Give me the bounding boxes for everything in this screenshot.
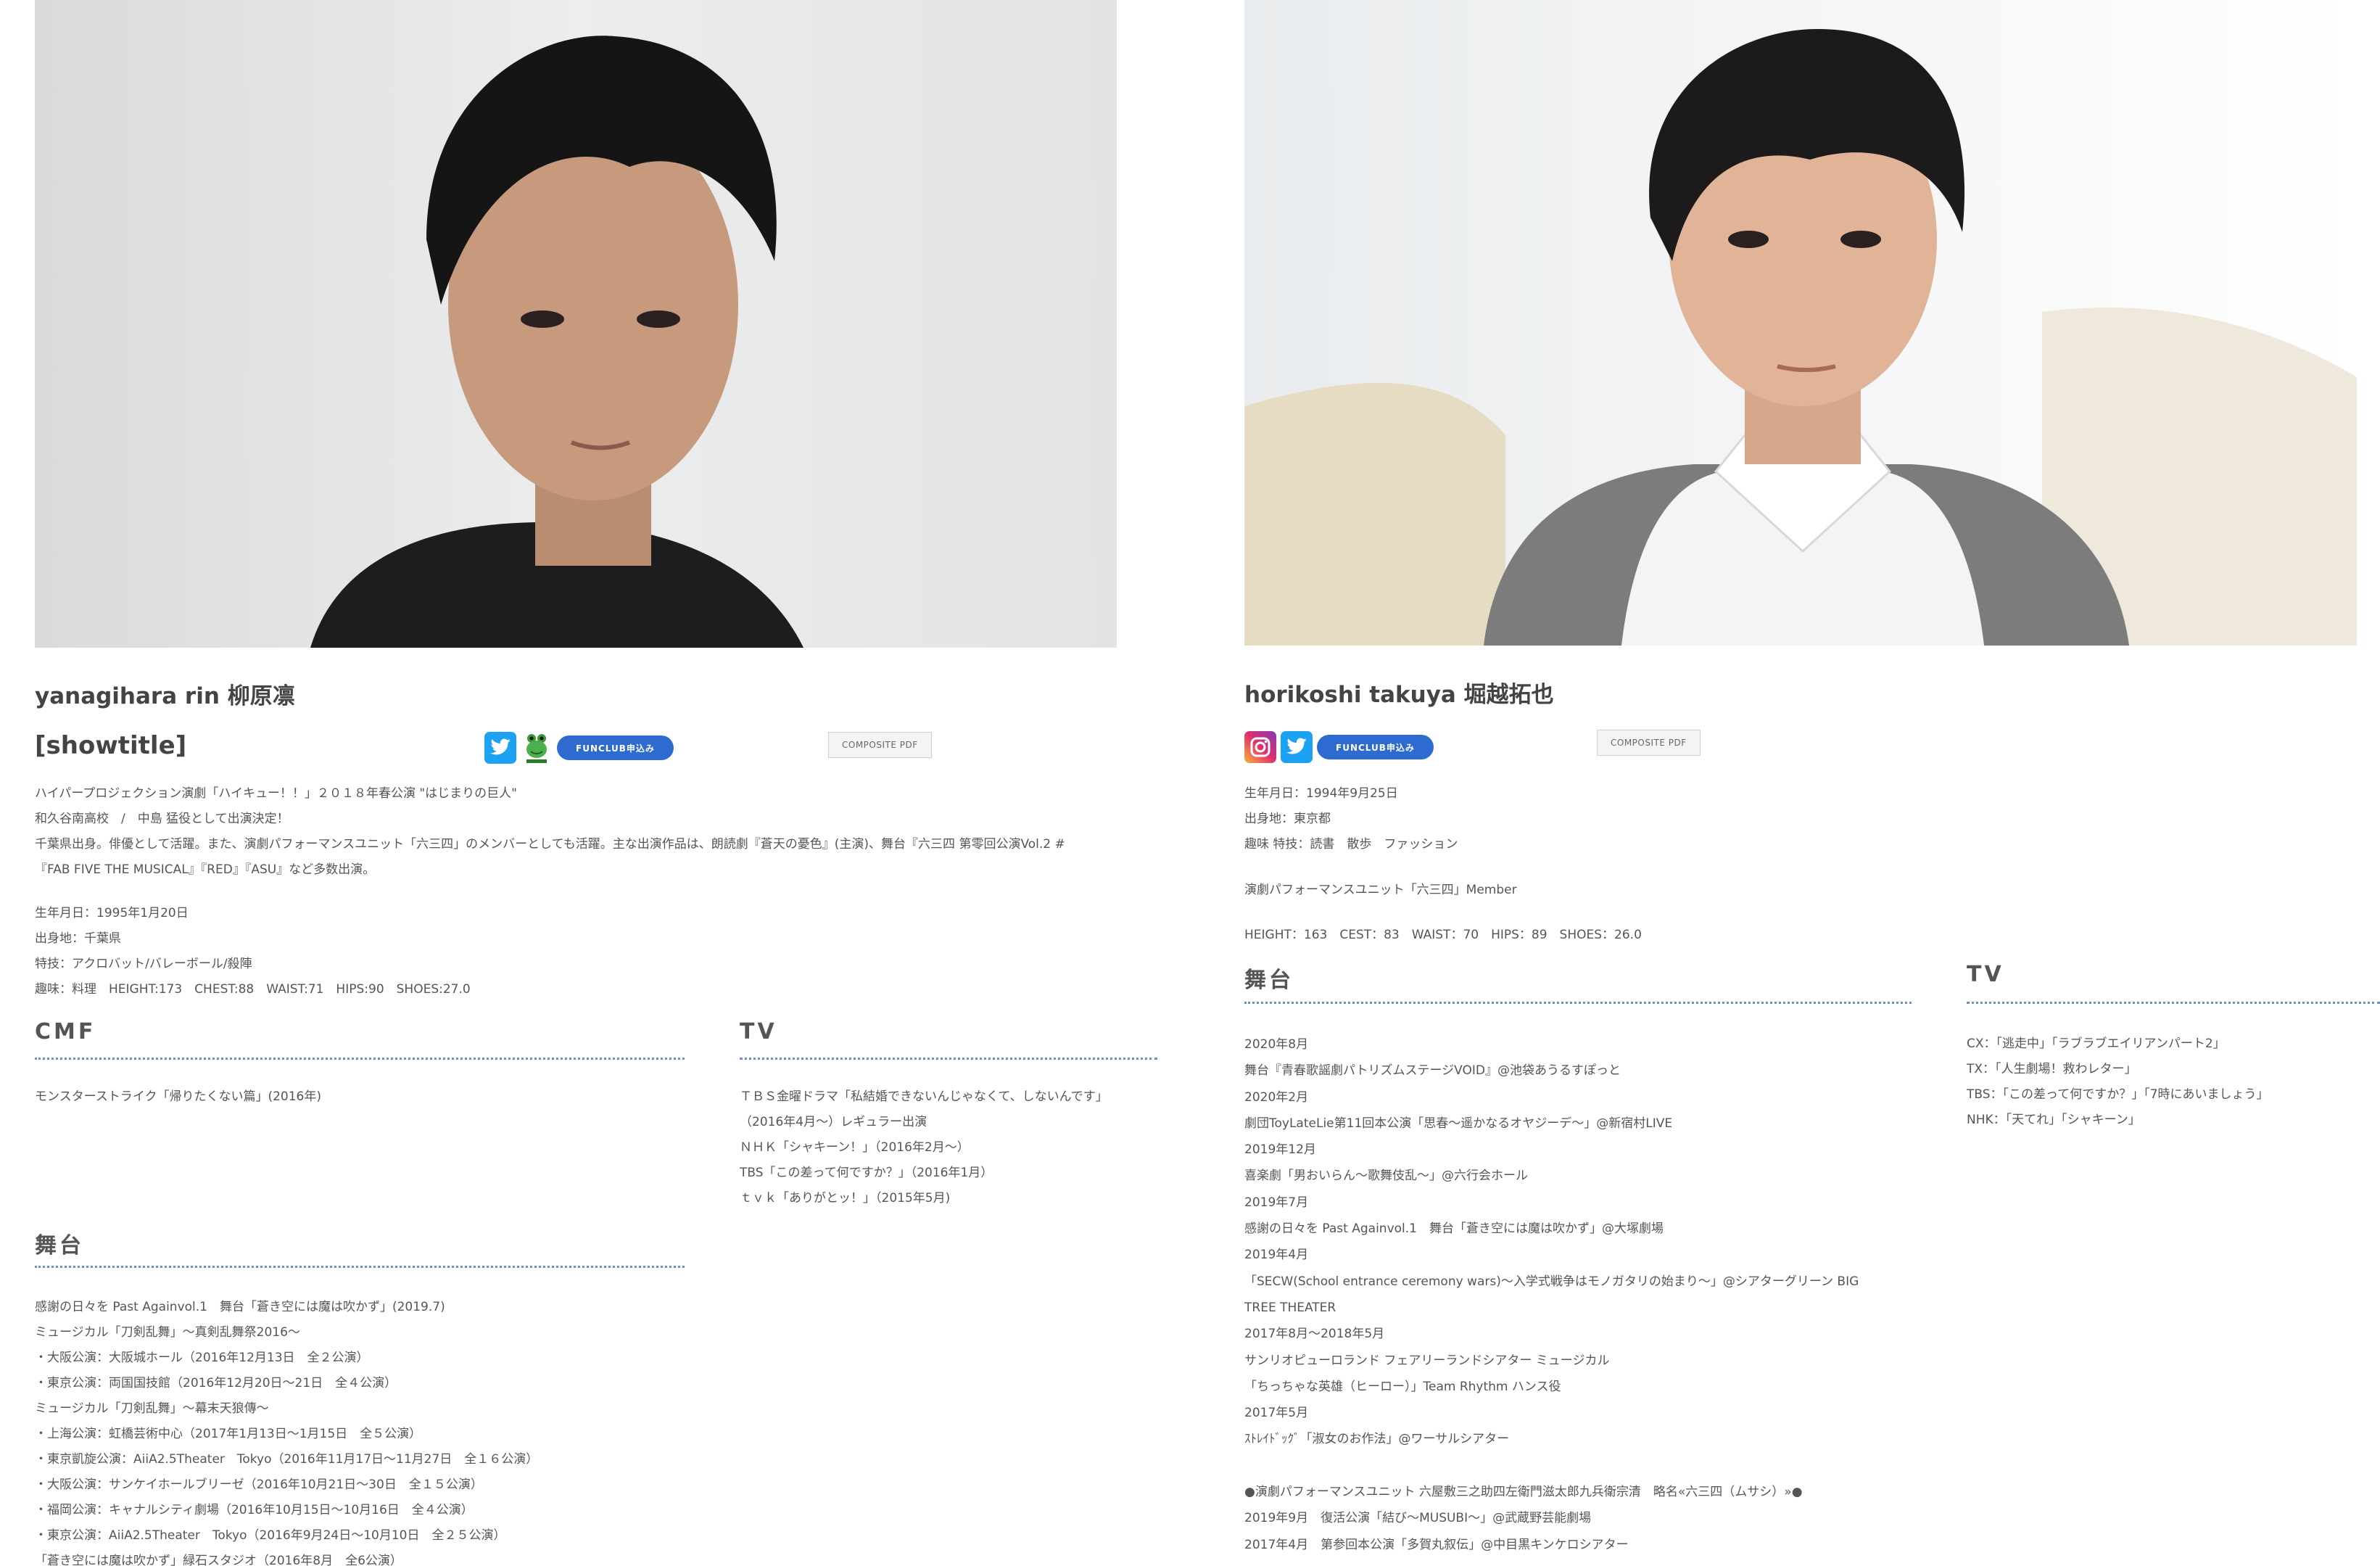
list-item: ・大阪公演：大阪城ホール（2016年12月13日 全２公演） xyxy=(35,1351,369,1365)
profile-details-left: 生年月日：1995年1月20日 出身地：千葉県 特技：アクロバット/バレーボール… xyxy=(35,901,471,1002)
profile-details-right: 生年月日：1994年9月25日 出身地：東京都 趣味 特技：読書 散歩 ファッシ… xyxy=(1244,781,1458,857)
profile-line: 特技：アクロバット/バレーボール/殺陣 xyxy=(35,957,252,971)
profile-line: 生年月日：1995年1月20日 xyxy=(35,906,189,920)
list-item: 2019年4月 xyxy=(1244,1248,1309,1263)
composite-pdf-button-left[interactable]: COMPOSITE PDF xyxy=(828,732,932,758)
list-item: ・福岡公演：キャナルシティ劇場（2016年10月15日～10月16日 全４公演） xyxy=(35,1503,474,1517)
list-item: TBS「この差って何ですか？」（2016年1月） xyxy=(740,1166,993,1180)
fanclub-button-right[interactable]: FUNCLUB申込み xyxy=(1317,735,1434,759)
section-divider xyxy=(1967,1002,2380,1004)
list-item: 「蒼き空には魔は吹かず」緑石スタジオ（2016年8月 全6公演） xyxy=(35,1554,402,1566)
list-item-spacer xyxy=(1244,1453,1859,1479)
profile-line: 生年月日：1994年9月25日 xyxy=(1244,786,1398,801)
tv-list-left: ＴＢＳ金曜ドラマ「私結婚できないんじゃなくて、しないんです」 （2016年4月～… xyxy=(740,1084,1108,1211)
list-item: 2017年8月～2018年5月 xyxy=(1244,1327,1385,1342)
list-item: 「ちっちゃな英雄（ヒーロー）」Team Rhythm ハンス役 xyxy=(1244,1379,1561,1394)
twitter-icon[interactable] xyxy=(484,732,516,764)
list-item: TBS：「この差って何ですか？」「7時にあいましょう」 xyxy=(1967,1087,2269,1102)
social-links-left: FUNCLUB申込み xyxy=(484,732,674,764)
measurements-line: HEIGHT：163 CEST：83 WAIST：70 HIPS：89 SHOE… xyxy=(1244,928,1642,942)
intro-line: ハイパープロジェクション演劇「ハイキュー！！」２０１８年春公演 "はじまりの巨人… xyxy=(35,786,518,801)
list-item: 2017年5月 xyxy=(1244,1406,1309,1421)
measurements-right: HEIGHT：163 CEST：83 WAIST：70 HIPS：89 SHOE… xyxy=(1244,923,1642,948)
list-item: 感謝の日々を Past Againvol.1 舞台「蒼き空には魔は吹かず」(20… xyxy=(35,1300,445,1314)
section-tv-title-right: TV xyxy=(1967,962,2004,987)
instagram-icon[interactable] xyxy=(1244,731,1276,763)
talent-name-right: horikoshi takuya 堀越拓也 xyxy=(1244,682,1554,708)
section-cmf-title: CMF xyxy=(35,1019,96,1044)
list-item: CX：「逃走中」「ラブラブエイリアンパート2」 xyxy=(1967,1037,2226,1051)
list-item: 2019年9月 復活公演「結び～MUSUBI～」@武蔵野芸能劇場 xyxy=(1244,1511,1592,1526)
list-item: ●演劇パフォーマンスユニット 六屋敷三之助四左衛門滋太郎九兵衛宗清 略名«六三四… xyxy=(1244,1485,1803,1500)
social-links-right: FUNCLUB申込み xyxy=(1244,731,1434,763)
talent-name-left: yanagihara rin 柳原凛 xyxy=(35,683,295,709)
list-item: NHK：「天てれ」「シャキーン」 xyxy=(1967,1113,2141,1127)
list-item: 劇団ToyLateLie第11回本公演「思春～遥かなるオヤジーデ～」@新宿村LI… xyxy=(1244,1116,1673,1131)
section-cmf-header: CMF xyxy=(35,1019,685,1060)
section-tv-header-right: TV xyxy=(1967,962,2380,1004)
intro-line: 和久谷南高校 / 中島 猛役として出演決定！ xyxy=(35,812,289,826)
section-stage-header-left: 舞台 xyxy=(35,1227,685,1268)
list-item: ミュージカル「刀剣乱舞」～幕末天狼傳～ xyxy=(35,1401,269,1416)
section-tv-title-left: TV xyxy=(740,1019,777,1044)
twitter-icon[interactable] xyxy=(1281,731,1313,763)
stage-list-right: 2020年8月 舞台『青春歌謡劇パトリズムステージVOID』@池袋あうるすぽっと… xyxy=(1244,1031,1859,1558)
section-divider xyxy=(35,1058,685,1060)
list-item: ＮＨＫ「シャキーン！」（2016年2月～） xyxy=(740,1140,970,1155)
composite-pdf-button-right[interactable]: COMPOSITE PDF xyxy=(1597,730,1701,756)
list-item: 舞台『青春歌謡劇パトリズムステージVOID』@池袋あうるすぽっと xyxy=(1244,1063,1621,1079)
list-item: 2019年7月 xyxy=(1244,1195,1309,1210)
unit-line: 演劇パフォーマンスユニット「六三四」Member xyxy=(1244,883,1517,897)
section-stage-title-left: 舞台 xyxy=(35,1233,84,1258)
list-item: （2016年4月～）レギュラー出演 xyxy=(740,1115,927,1129)
list-item: ・東京公演：両国国技館（2016年12月20日～21日 全４公演） xyxy=(35,1376,397,1390)
list-item: 感謝の日々を Past Againvol.1 舞台「蒼き空には魔は吹かず」@大塚… xyxy=(1244,1221,1664,1237)
list-item: サンリオピューロランド フェアリーランドシアター ミュージカル xyxy=(1244,1353,1610,1368)
list-item: ＴＢＳ金曜ドラマ「私結婚できないんじゃなくて、しないんです」 xyxy=(740,1089,1108,1104)
list-item: モンスターストライク「帰りたくない篇」(2016年) xyxy=(35,1089,321,1104)
unit-membership: 演劇パフォーマンスユニット「六三四」Member xyxy=(1244,878,1517,903)
profile-line: 趣味：料理 HEIGHT:173 CHEST:88 WAIST:71 HIPS:… xyxy=(35,982,471,997)
list-item: TX：「人生劇場！救わレター」 xyxy=(1967,1062,2137,1076)
profile-line: 出身地：東京都 xyxy=(1244,812,1331,826)
tv-list-right: CX：「逃走中」「ラブラブエイリアンパート2」 TX：「人生劇場！救わレター」 … xyxy=(1967,1031,2269,1133)
section-divider xyxy=(1244,1002,1912,1004)
list-item: 2019年12月 xyxy=(1244,1142,1316,1158)
list-item: ｔｖｋ「ありがとッ！」（2015年5月) xyxy=(740,1191,951,1206)
fanclub-button-left[interactable]: FUNCLUB申込み xyxy=(557,735,674,760)
profile-photo-yanagihara xyxy=(35,0,1117,648)
frog-icon[interactable] xyxy=(521,732,553,764)
list-item: 2020年8月 xyxy=(1244,1037,1309,1052)
intro-line: 千葉県出身。俳優として活躍。また、演劇パフォーマンスユニット「六三四」のメンバー… xyxy=(35,837,1065,852)
profile-line: 趣味 特技：読書 散歩 ファッション xyxy=(1244,837,1458,852)
profile-line: 出身地：千葉県 xyxy=(35,931,121,946)
list-item: TREE THEATER xyxy=(1244,1300,1336,1315)
intro-line: 『FAB FIVE THE MUSICAL』『RED』『ASU』など多数出演。 xyxy=(35,862,376,877)
list-item: ・東京公演：AiiA2.5Theater Tokyo（2016年9月24日～10… xyxy=(35,1528,506,1543)
profile-photo-horikoshi xyxy=(1244,0,2357,646)
section-stage-title-right: 舞台 xyxy=(1244,968,1294,993)
list-item: 2017年4月 第参回本公演「多賀丸叙伝」@中目黒キンケロシアター xyxy=(1244,1537,1629,1552)
list-item: 2020年2月 xyxy=(1244,1089,1309,1105)
list-item: ミュージカル「刀剣乱舞」～真剣乱舞祭2016～ xyxy=(35,1325,300,1340)
list-item: ・東京凱旋公演：AiiA2.5Theater Tokyo（2016年11月17日… xyxy=(35,1452,539,1467)
cmf-list: モンスターストライク「帰りたくない篇」(2016年) xyxy=(35,1084,321,1110)
section-divider xyxy=(740,1058,1157,1060)
list-item: ・上海公演：虹橋芸術中心（2017年1月13日～1月15日 全５公演） xyxy=(35,1427,422,1441)
stage-list-left: 感謝の日々を Past Againvol.1 舞台「蒼き空には魔は吹かず」(20… xyxy=(35,1295,538,1566)
section-tv-header-left: TV xyxy=(740,1019,1157,1060)
section-divider xyxy=(35,1266,685,1268)
section-stage-header-right: 舞台 xyxy=(1244,962,1912,1004)
list-item: ｽﾄﾚｲﾄﾞｯｸﾞ「淑女のお作法」@ワーサルシアター xyxy=(1244,1432,1510,1447)
list-item: 喜楽劇「男おいらん～歌舞伎乱～」@六行会ホール xyxy=(1244,1169,1528,1184)
list-item: ・大阪公演：サンケイホールブリーゼ（2016年10月21日～30日 全１５公演） xyxy=(35,1478,483,1492)
intro-text-left: ハイパープロジェクション演劇「ハイキュー！！」２０１８年春公演 "はじまりの巨人… xyxy=(35,781,1065,883)
list-item: 「SECW(School entrance ceremony wars)～入学式… xyxy=(1244,1274,1859,1289)
showtitle-heading: [showtitle] xyxy=(35,731,187,760)
